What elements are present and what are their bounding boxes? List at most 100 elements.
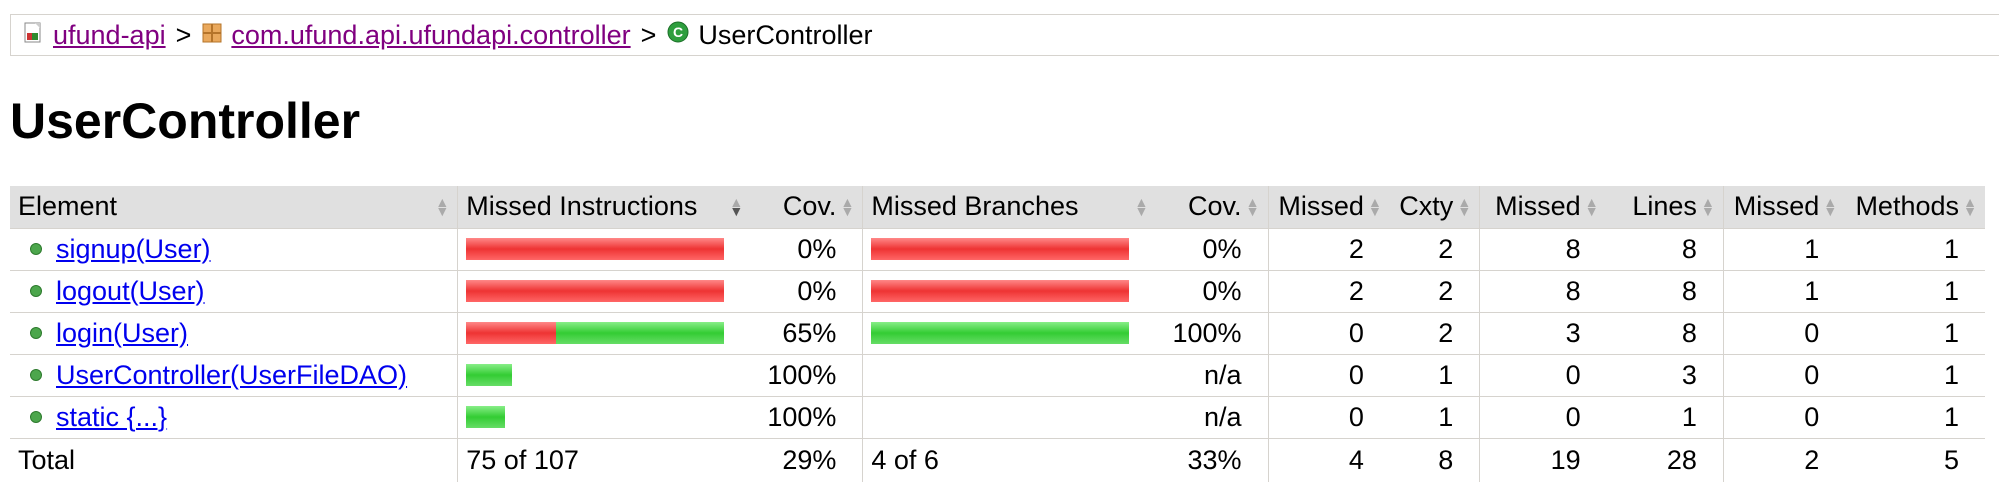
element-cell: static {...} (10, 396, 458, 439)
covered-bar-segment (871, 322, 1130, 344)
missed-bar-segment (466, 238, 725, 260)
missed-bar-segment (871, 280, 1130, 302)
header-instruction-coverage[interactable]: Cov. ▲ ▼ (751, 186, 863, 229)
missed-complexity: 0 (1267, 312, 1390, 355)
missed-complexity: 0 (1267, 354, 1390, 397)
element-link[interactable]: static {...} (56, 402, 167, 433)
method-icon (30, 369, 42, 381)
header-missed-methods[interactable]: Missed ▲ ▼ (1722, 186, 1846, 229)
element-name: UserController(UserFileDAO) (18, 360, 449, 391)
covered-bar-segment (556, 322, 725, 344)
complexity: 1 (1389, 354, 1480, 397)
instruction-coverage-bar (466, 364, 743, 386)
header-missed-complexity[interactable]: Missed ▲ ▼ (1267, 186, 1390, 229)
lines: 8 (1606, 270, 1724, 313)
covered-bar-segment (466, 364, 513, 386)
breadcrumb-project-link[interactable]: ufund-api (53, 20, 166, 51)
svg-text:C: C (673, 24, 683, 40)
instruction-coverage-bar (466, 280, 743, 302)
branch-coverage: n/a (1156, 354, 1269, 397)
header-branch-coverage[interactable]: Cov. ▲ ▼ (1156, 186, 1269, 229)
table-row: signup(User) 0% 0% 2 2 8 8 1 1 (10, 228, 1985, 271)
table-row: static {...} 100% n/a 0 1 0 1 0 1 (10, 396, 1985, 439)
total-missed-complexity: 4 (1267, 438, 1390, 482)
methods: 1 (1845, 270, 1985, 313)
header-missed-lines[interactable]: Missed ▲ ▼ (1479, 186, 1607, 229)
lines: 1 (1606, 396, 1724, 439)
breadcrumb-current: UserController (698, 19, 873, 50)
missed-methods: 0 (1722, 396, 1846, 439)
methods: 1 (1845, 228, 1985, 271)
breadcrumb: ufund-api > com.ufund.api.ufundapi.contr… (10, 14, 1999, 56)
sort-descending-icon: ▲ ▼ (729, 193, 744, 219)
element-name: signup(User) (18, 234, 449, 265)
sort-icon: ▲ ▼ (1245, 193, 1260, 219)
instructions-bar-cell (457, 312, 752, 355)
element-link[interactable]: login(User) (56, 318, 188, 349)
missed-methods: 0 (1722, 354, 1846, 397)
package-icon (201, 20, 223, 51)
instruction-coverage-bar (466, 322, 743, 344)
sort-icon: ▲ ▼ (1823, 193, 1838, 219)
total-branches: 4 of 6 (862, 438, 1157, 482)
element-cell: UserController(UserFileDAO) (10, 354, 458, 397)
element-link[interactable]: logout(User) (56, 276, 205, 307)
header-methods[interactable]: Methods ▲ ▼ (1845, 186, 1985, 229)
method-icon (30, 411, 42, 423)
table-row: UserController(UserFileDAO) 100% n/a 0 1 0 3 0 1 (10, 354, 1985, 397)
breadcrumb-separator: > (175, 19, 192, 50)
branch-coverage-bar (871, 280, 1148, 302)
table-header-row: Element ▲ ▼ Missed Instructions ▲ ▼ Cov. ▲ ▼ M… (10, 186, 1985, 229)
branches-bar-cell (862, 396, 1157, 439)
class-icon: C (666, 20, 690, 51)
method-icon (30, 327, 42, 339)
complexity: 2 (1389, 312, 1480, 355)
page-title: UserController (10, 93, 361, 149)
element-link[interactable]: UserController(UserFileDAO) (56, 360, 407, 391)
header-element[interactable]: Element ▲ ▼ (10, 186, 458, 229)
header-missed-branches[interactable]: Missed Branches ▲ ▼ (862, 186, 1157, 229)
breadcrumb-package-link[interactable]: com.ufund.api.ufundapi.controller (231, 20, 630, 51)
instructions-bar-cell (457, 270, 752, 313)
element-link[interactable]: signup(User) (56, 234, 211, 265)
missed-lines: 0 (1479, 354, 1607, 397)
header-lines[interactable]: Lines ▲ ▼ (1606, 186, 1724, 229)
element-cell: logout(User) (10, 270, 458, 313)
missed-lines: 8 (1479, 228, 1607, 271)
instruction-coverage: 100% (751, 396, 863, 439)
lines: 3 (1606, 354, 1724, 397)
complexity: 1 (1389, 396, 1480, 439)
instructions-bar-cell (457, 228, 752, 271)
sort-icon: ▲ ▼ (435, 193, 450, 219)
lines: 8 (1606, 312, 1724, 355)
instruction-coverage: 100% (751, 354, 863, 397)
instructions-bar-cell (457, 354, 752, 397)
methods: 1 (1845, 312, 1985, 355)
missed-lines: 3 (1479, 312, 1607, 355)
total-missed-lines: 19 (1479, 438, 1607, 482)
missed-complexity: 2 (1267, 228, 1390, 271)
total-instructions: 75 of 107 (457, 438, 752, 482)
breadcrumb-separator: > (640, 19, 657, 50)
header-missed-instructions[interactable]: Missed Instructions ▲ ▼ (457, 186, 752, 229)
instruction-coverage-bar (466, 238, 743, 260)
missed-bar-segment (466, 322, 557, 344)
missed-methods: 1 (1722, 228, 1846, 271)
branches-bar-cell (862, 228, 1157, 271)
instruction-coverage: 0% (751, 270, 863, 313)
missed-lines: 8 (1479, 270, 1607, 313)
branch-coverage-bar (871, 322, 1148, 344)
branches-bar-cell (862, 312, 1157, 355)
table-total-row: Total 75 of 107 29% 4 of 6 33% 4 8 19 28… (10, 438, 1985, 482)
branch-coverage: 100% (1156, 312, 1269, 355)
total-label: Total (18, 444, 76, 475)
header-complexity[interactable]: Cxty ▲ ▼ (1389, 186, 1480, 229)
missed-bar-segment (466, 280, 725, 302)
branch-coverage: 0% (1156, 228, 1269, 271)
total-lines: 28 (1666, 444, 1697, 475)
missed-lines: 0 (1479, 396, 1607, 439)
sort-icon: ▲ ▼ (840, 193, 855, 219)
branch-coverage: n/a (1156, 396, 1269, 439)
complexity: 2 (1389, 228, 1480, 271)
total-missed-methods: 2 (1722, 438, 1846, 482)
